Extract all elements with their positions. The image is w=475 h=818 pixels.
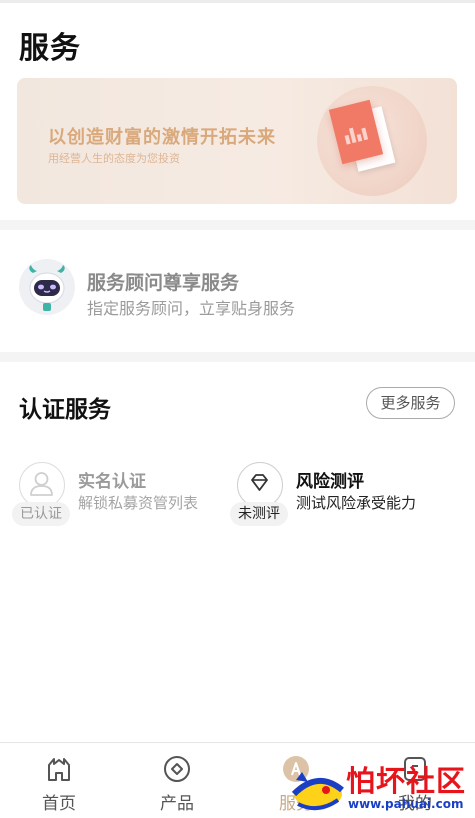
site-watermark: 怕坏社区 www.pahuai.com: [288, 752, 475, 818]
advisor-subtitle: 指定服务顾问，立享贴身服务: [87, 299, 296, 318]
promo-banner[interactable]: 以创造财富的激情开拓未来 用经营人生的态度为您投资: [17, 78, 457, 204]
section-title: 认证服务: [19, 397, 111, 423]
status-badge: 未测评: [230, 502, 288, 526]
more-services-button[interactable]: 更多服务: [366, 387, 455, 419]
watermark-logo-icon: [291, 772, 344, 811]
tab-label: 首页: [42, 794, 76, 814]
tab-home[interactable]: 首页: [0, 743, 118, 818]
auth-services-section: 认证服务 更多服务 已认证 实名认证 解锁私募资管列表 未测评 风险测评 测试风…: [0, 362, 475, 742]
banner-title: 以创造财富的激情开拓未来: [48, 127, 276, 148]
home-icon: [44, 754, 74, 784]
banner-subtitle: 用经营人生的态度为您投资: [48, 152, 180, 165]
auth-item-name: 实名认证: [78, 472, 146, 492]
watermark-url: www.pahuai.com: [348, 797, 464, 811]
banner-illustration: [317, 86, 427, 196]
auth-item-desc: 解锁私募资管列表: [78, 494, 199, 512]
risk-assessment-item[interactable]: 未测评 风险测评 测试风险承受能力: [230, 462, 457, 532]
advisor-title: 服务顾问尊享服务: [87, 272, 240, 294]
real-name-auth-item[interactable]: 已认证 实名认证 解锁私募资管列表: [12, 462, 219, 532]
page-title: 服务: [19, 31, 81, 66]
advisor-card[interactable]: 服务顾问尊享服务 指定服务顾问，立享贴身服务: [0, 230, 475, 352]
auth-item-desc: 测试风险承受能力: [296, 494, 417, 512]
auth-item-name: 风险测评: [296, 472, 364, 492]
service-header-section: 服务 以创造财富的激情开拓未来 用经营人生的态度为您投资: [0, 0, 475, 220]
status-badge: 已认证: [12, 502, 70, 526]
watermark-text: 怕坏社区: [346, 764, 467, 798]
tab-label: 产品: [160, 794, 194, 814]
robot-avatar-icon: [19, 259, 75, 315]
tab-products[interactable]: 产品: [118, 743, 236, 818]
product-icon: [162, 754, 192, 784]
